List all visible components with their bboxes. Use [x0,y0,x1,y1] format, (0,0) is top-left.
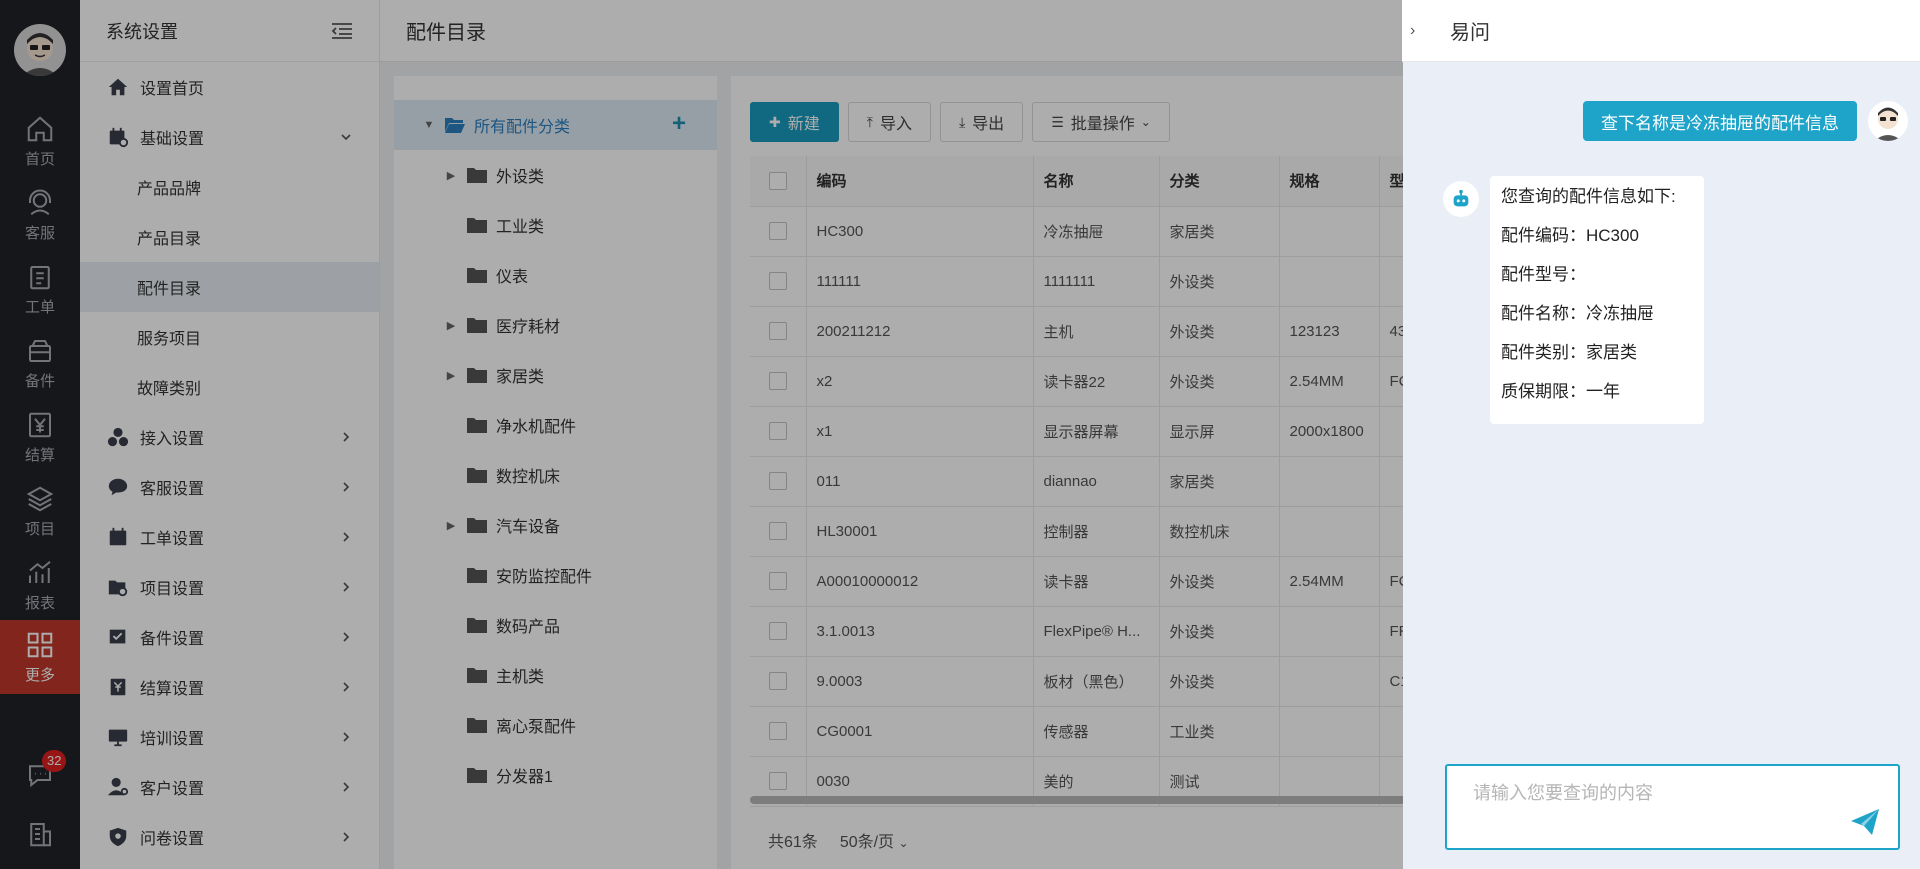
send-icon[interactable] [1850,808,1880,836]
user-message-bubble: 查下名称是冷冻抽屉的配件信息 [1583,101,1857,141]
chat-drawer: › 易问 查下名称是冷冻抽屉的配件信息 您查询的配件信息如下: 配件编码：HC3… [1402,0,1920,869]
bot-avatar [1443,181,1479,217]
bot-reply-model: 配件型号： [1501,265,1586,284]
bot-reply-name: 配件名称：冷冻抽屉 [1501,304,1654,323]
chat-input[interactable] [1473,780,1853,806]
bot-reply-warranty: 质保期限：一年 [1501,382,1620,401]
bot-message-bubble: 您查询的配件信息如下: 配件编码：HC300 配件型号： 配件名称：冷冻抽屉 配… [1490,176,1704,424]
user-avatar [1868,101,1908,141]
robot-icon [1453,189,1469,207]
chat-header: › 易问 [1402,0,1920,62]
bot-reply-intro: 您查询的配件信息如下: [1501,187,1676,206]
collapse-drawer-icon[interactable]: › [1410,22,1430,40]
chat-input-box [1445,764,1900,850]
chat-title: 易问 [1450,22,1490,44]
bot-reply-code: 配件编码：HC300 [1501,226,1639,245]
bot-reply-category: 配件类别：家居类 [1501,343,1637,362]
